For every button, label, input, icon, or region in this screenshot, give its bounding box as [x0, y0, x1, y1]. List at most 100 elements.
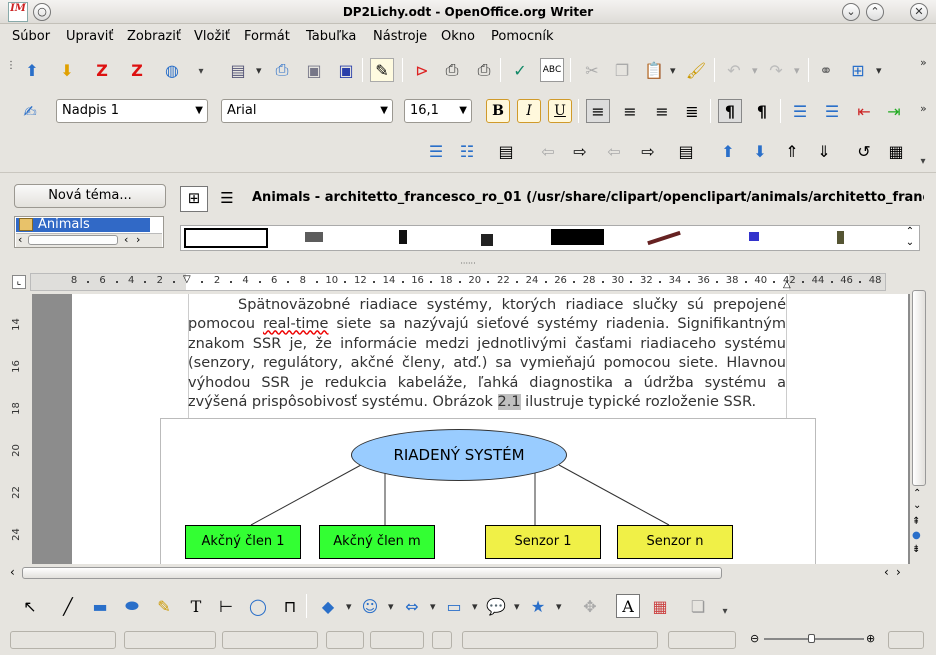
chevron-left-icon[interactable]: ‹: [18, 233, 22, 246]
chevron-down-icon[interactable]: ▾: [256, 64, 262, 77]
decrease-indent-icon[interactable]: ⇤: [852, 99, 876, 123]
paste-icon[interactable]: 📋: [642, 58, 666, 82]
cut-icon[interactable]: ✂: [580, 58, 604, 82]
copy-icon[interactable]: ❐: [610, 58, 634, 82]
rectangle-icon[interactable]: ▬: [88, 594, 112, 618]
status-signature[interactable]: [462, 631, 658, 649]
status-object[interactable]: [668, 631, 736, 649]
sort-az-icon[interactable]: Z: [125, 58, 149, 82]
autospellcheck-icon[interactable]: ABC: [540, 58, 564, 82]
flowchart-icon[interactable]: ▭: [442, 594, 466, 618]
tab-type-icon[interactable]: ⌞: [12, 275, 26, 289]
ltr-paragraph-icon[interactable]: ¶: [718, 99, 742, 123]
symbol-shapes-icon[interactable]: ☺: [358, 594, 382, 618]
bold-button[interactable]: B: [486, 99, 510, 123]
sort-za-icon[interactable]: Z: [90, 58, 114, 82]
theme-item-animals[interactable]: Animals: [16, 218, 150, 232]
fontwork-icon[interactable]: A: [616, 594, 640, 618]
previous-page-icon[interactable]: ⇞: [912, 516, 920, 527]
chevron-down-icon[interactable]: ▾: [472, 600, 478, 613]
redo-icon[interactable]: ↷: [764, 58, 788, 82]
scroll-thumb[interactable]: [912, 290, 926, 486]
chevron-right-icon[interactable]: ›: [136, 233, 140, 246]
theme-list-scrollbar[interactable]: ‹ ‹ ›: [16, 233, 162, 247]
paragraph-style-select[interactable]: Nadpis 1 ▼: [56, 99, 208, 123]
chevron-down-icon[interactable]: ▾: [876, 64, 882, 77]
chevron-left-icon[interactable]: ‹: [884, 565, 889, 579]
promote-subpoints-icon[interactable]: ⇦: [602, 139, 626, 163]
toolbar-overflow[interactable]: ▾: [920, 156, 926, 167]
toolbar-overflow[interactable]: ▾: [722, 606, 728, 617]
from-file-icon[interactable]: ▦: [648, 594, 672, 618]
font-size-select[interactable]: 16,1 ▼: [404, 99, 472, 123]
promote-icon[interactable]: ⇦: [536, 139, 560, 163]
insert-unnumbered-entry-icon[interactable]: ▤: [674, 139, 698, 163]
export-pdf-icon[interactable]: ⊳: [410, 58, 434, 82]
print-preview-icon[interactable]: ⎙: [472, 58, 496, 82]
chevron-right-icon[interactable]: ›: [896, 565, 901, 579]
right-indent-marker[interactable]: △: [783, 279, 791, 290]
vertical-scrollbar[interactable]: ⌃ ⌄ ⇞ ● ⇟: [910, 288, 928, 564]
zoom-in-icon[interactable]: ⊕: [866, 632, 875, 645]
status-style[interactable]: [124, 631, 216, 649]
italic-button[interactable]: I: [517, 99, 541, 123]
chevron-down-icon[interactable]: ▾: [752, 64, 758, 77]
chevron-down-icon[interactable]: ▾: [556, 600, 562, 613]
demote-subpoints-icon[interactable]: ⇨: [636, 139, 660, 163]
document-page[interactable]: Spätnoväzobné riadiace systémy, ktorých …: [72, 294, 908, 564]
numbering-on-icon[interactable]: ☷: [455, 139, 479, 163]
status-page[interactable]: [10, 631, 116, 649]
scroll-down-icon[interactable]: ⌄: [913, 500, 921, 512]
toolbar-expand-icon[interactable]: »: [920, 102, 927, 115]
font-name-select[interactable]: Arial ▼: [221, 99, 393, 123]
diagram-root-node[interactable]: RIADENÝ SYSTÉM: [351, 429, 567, 481]
chevron-left-icon[interactable]: ‹: [124, 233, 128, 246]
chevron-down-icon[interactable]: ▾: [794, 64, 800, 77]
restart-numbering-icon[interactable]: ↺: [852, 139, 876, 163]
printer-icon[interactable]: ⎙: [270, 58, 294, 82]
toolbar-overflow[interactable]: ▾: [198, 66, 204, 77]
move-up-icon[interactable]: ⬆: [716, 139, 740, 163]
chevron-down-icon[interactable]: ▾: [514, 600, 520, 613]
points-icon[interactable]: ✥: [578, 594, 602, 618]
justify-icon[interactable]: ≣: [680, 99, 704, 123]
next-page-icon[interactable]: ⇟: [912, 544, 920, 555]
menu-okno[interactable]: Okno: [441, 29, 475, 44]
stars-icon[interactable]: ★: [526, 594, 550, 618]
minimize-button[interactable]: ⌄: [842, 3, 860, 21]
diagram-node-actuator-1[interactable]: Akčný člen 1: [185, 525, 301, 559]
move-down-icon[interactable]: ⬇: [748, 139, 772, 163]
callouts-icon[interactable]: 💬: [484, 594, 508, 618]
gallery-thumb-4[interactable]: [481, 234, 493, 246]
bullets-icon[interactable]: ☰: [820, 99, 844, 123]
figure-reference-field[interactable]: 2.1: [497, 394, 521, 411]
menu-format[interactable]: Formát: [244, 29, 290, 44]
spellcheck-icon[interactable]: ✓: [508, 58, 532, 82]
toolbar-grip[interactable]: ⋮: [6, 60, 16, 71]
detailed-view-icon[interactable]: ☰: [213, 186, 241, 212]
menu-nastroje[interactable]: Nástroje: [373, 29, 427, 44]
gallery-thumb-3[interactable]: [399, 230, 407, 244]
diagram-node-sensor-1[interactable]: Senzor 1: [485, 525, 601, 559]
block-arrows-icon[interactable]: ⇔: [400, 594, 424, 618]
align-right-icon[interactable]: ≡: [650, 99, 674, 123]
navigation-icon[interactable]: ●: [912, 530, 921, 541]
gallery-thumb-5[interactable]: [551, 229, 604, 245]
body-paragraph[interactable]: Spätnoväzobné riadiace systémy, ktorých …: [188, 296, 786, 412]
gallery-thumb-6[interactable]: [647, 230, 681, 246]
select-pointer-icon[interactable]: ↖: [18, 594, 42, 618]
gallery-thumb-1[interactable]: [184, 228, 268, 248]
gallery-thumb-7[interactable]: [749, 232, 759, 241]
ellipse-icon[interactable]: ⬬: [120, 594, 144, 618]
globe-icon[interactable]: ◍: [160, 58, 184, 82]
chevron-down-icon[interactable]: ▾: [430, 600, 436, 613]
status-insert-mode[interactable]: [326, 631, 364, 649]
horizontal-ruler[interactable]: 8 6 4 2 2 4 6 8 10 12 14 16 18 20 22 24 26 28 30 32 34 36 38 40…: [30, 273, 886, 291]
scroll-thumb[interactable]: [22, 567, 722, 579]
hyperlink-icon[interactable]: ⚭: [814, 58, 838, 82]
splitter-handle[interactable]: ······: [0, 260, 936, 268]
zoom-out-icon[interactable]: ⊖: [750, 632, 759, 645]
diagram-frame[interactable]: RIADENÝ SYSTÉM Akčný člen 1 Akčný člen m…: [160, 418, 816, 564]
clone-formatting-icon[interactable]: 🖌: [684, 58, 708, 82]
chevron-down-icon[interactable]: ▾: [670, 64, 676, 77]
